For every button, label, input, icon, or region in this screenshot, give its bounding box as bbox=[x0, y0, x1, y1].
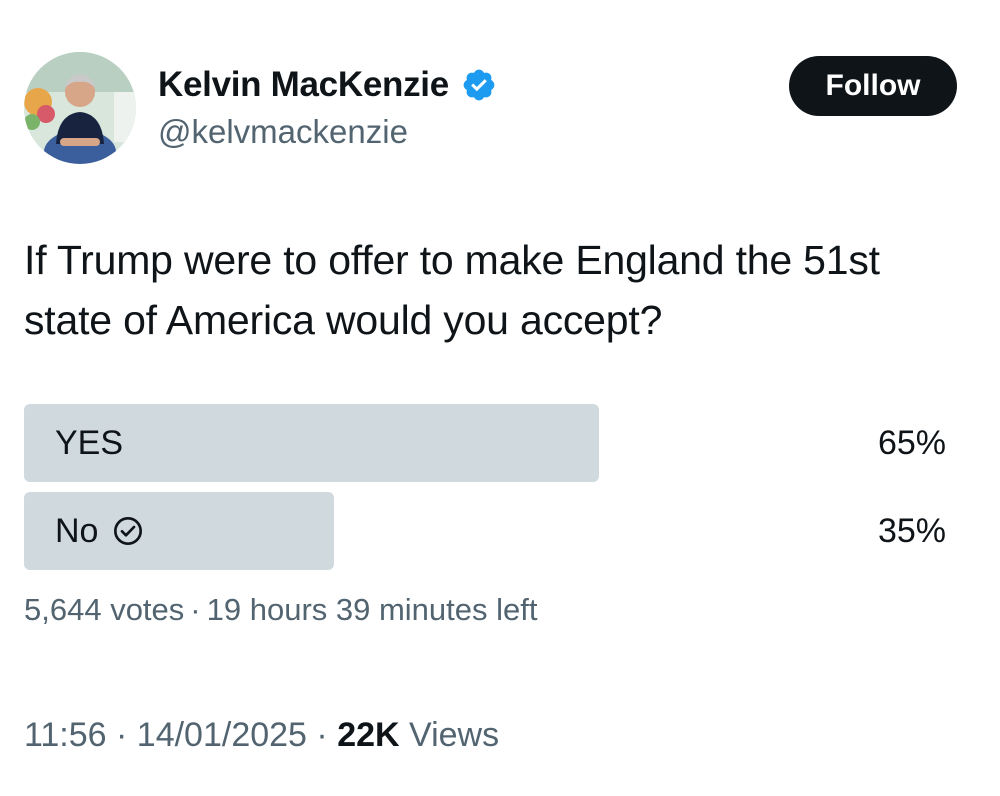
poll-option-text: YES bbox=[55, 423, 124, 462]
tweet-footer: 11:56 · 14/01/2025 · 22K Views bbox=[24, 712, 499, 758]
poll-meta: 5,644 votes · 19 hours 39 minutes left bbox=[24, 588, 537, 632]
avatar[interactable] bbox=[24, 52, 136, 164]
author-handle[interactable]: @kelvmackenzie bbox=[158, 110, 408, 154]
poll-option-label: YES bbox=[55, 404, 123, 482]
poll-option-percent: 35% bbox=[877, 511, 946, 550]
poll: YES 65% No 35% bbox=[24, 404, 946, 580]
poll-option-text: No bbox=[55, 511, 99, 550]
avatar-photo bbox=[24, 52, 136, 164]
poll-option-no[interactable]: No 35% bbox=[24, 492, 946, 570]
author-display-name[interactable]: Kelvin MacKenzie bbox=[158, 62, 449, 108]
poll-option-percent: 65% bbox=[877, 423, 946, 462]
separator: · bbox=[316, 716, 328, 754]
poll-time-left: 19 hours 39 minutes left bbox=[206, 592, 538, 627]
author-name-row: Kelvin MacKenzie bbox=[158, 62, 497, 108]
tweet-text: If Trump were to offer to make England t… bbox=[24, 237, 880, 343]
separator: · bbox=[190, 592, 201, 627]
tweet-time[interactable]: 11:56 bbox=[24, 716, 107, 754]
check-circle-icon bbox=[112, 515, 144, 547]
verified-badge-icon[interactable] bbox=[461, 67, 497, 103]
follow-button[interactable]: Follow bbox=[789, 56, 957, 116]
poll-vote-count[interactable]: 5,644 votes bbox=[24, 592, 184, 627]
views-count: 22K bbox=[337, 716, 400, 754]
poll-option-label: No bbox=[55, 492, 144, 570]
views-label: Views bbox=[409, 716, 500, 754]
tweet-date[interactable]: 14/01/2025 bbox=[137, 716, 307, 754]
poll-option-yes[interactable]: YES 65% bbox=[24, 404, 946, 482]
separator: · bbox=[116, 716, 128, 754]
